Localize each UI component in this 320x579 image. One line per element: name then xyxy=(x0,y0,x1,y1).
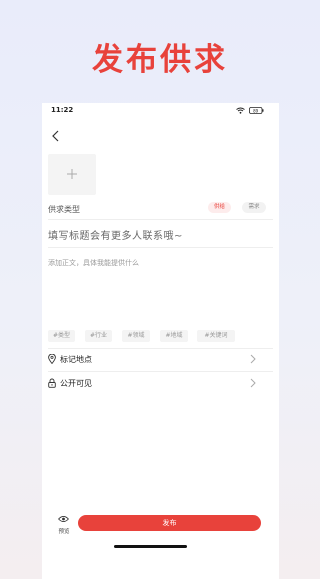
visibility-label: 公开可见 xyxy=(60,379,92,388)
home-indicator xyxy=(114,545,187,548)
divider xyxy=(48,371,273,372)
body-input[interactable]: 添加正文，具体我能提供什么 xyxy=(48,258,139,268)
divider xyxy=(48,219,273,220)
wifi-icon xyxy=(236,107,245,114)
preview-label: 预览 xyxy=(58,529,70,535)
tag-chip-region[interactable]: #地域 xyxy=(160,330,188,342)
battery-level: 89 xyxy=(253,108,259,113)
back-icon[interactable] xyxy=(51,130,61,142)
location-pin-icon xyxy=(48,354,56,364)
divider xyxy=(48,247,273,248)
battery-icon: 89 xyxy=(249,107,264,114)
publish-button[interactable]: 发布 xyxy=(78,515,261,531)
image-upload-button[interactable] xyxy=(48,154,96,195)
phone-screen: 11:22 89 供求类型 供给 需求 填写标题会有更多人联系哦~ 添加正文，具… xyxy=(42,103,279,579)
visibility-row[interactable]: 公开可见 xyxy=(42,374,279,394)
chevron-right-icon xyxy=(250,354,256,364)
plus-icon xyxy=(67,169,77,179)
tag-chip-type[interactable]: #类型 xyxy=(48,330,75,342)
tag-chip-keyword[interactable]: #关键词 xyxy=(197,330,235,342)
chevron-right-icon xyxy=(250,378,256,388)
tag-chip-field[interactable]: #领域 xyxy=(122,330,150,342)
eye-icon xyxy=(58,515,69,523)
tag-chip-industry[interactable]: #行业 xyxy=(85,330,112,342)
type-option-demand[interactable]: 需求 xyxy=(242,202,266,213)
status-time: 11:22 xyxy=(51,106,74,114)
type-option-supply[interactable]: 供给 xyxy=(208,202,231,213)
lock-icon xyxy=(48,378,56,388)
promo-title: 发布供求 xyxy=(92,42,228,78)
location-label: 标记地点 xyxy=(60,355,92,364)
preview-button[interactable]: 预览 xyxy=(55,513,73,539)
status-bar: 11:22 89 xyxy=(42,103,279,119)
divider xyxy=(48,348,273,349)
location-row[interactable]: 标记地点 xyxy=(42,350,279,370)
type-label: 供求类型 xyxy=(48,205,80,214)
title-input[interactable]: 填写标题会有更多人联系哦~ xyxy=(48,227,183,242)
